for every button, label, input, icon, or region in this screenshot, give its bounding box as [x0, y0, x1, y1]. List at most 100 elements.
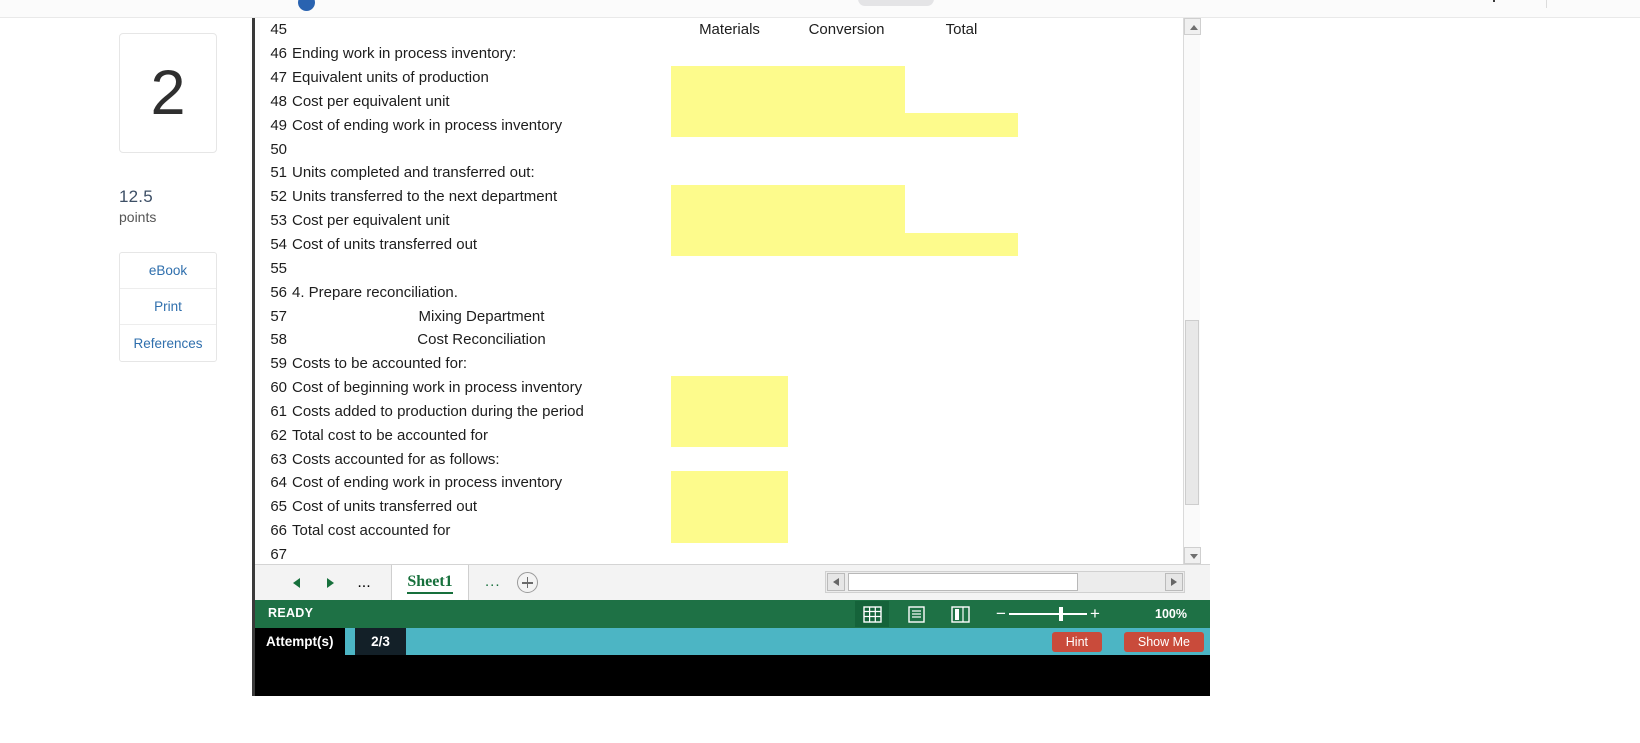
- row-number[interactable]: 53: [255, 208, 287, 233]
- row-number[interactable]: 65: [255, 494, 287, 519]
- input-cell[interactable]: [1018, 471, 1073, 495]
- scroll-up-button[interactable]: [1184, 18, 1201, 35]
- row-number[interactable]: 46: [255, 41, 287, 66]
- column-header-cell[interactable]: Conversion: [788, 18, 905, 42]
- input-cell[interactable]: [1073, 90, 1195, 114]
- cell-label[interactable]: Costs accounted for as follows:: [287, 447, 671, 471]
- input-cell[interactable]: [788, 471, 905, 495]
- cell-label[interactable]: Mixing Department: [287, 304, 671, 328]
- row-number[interactable]: 57: [255, 304, 287, 328]
- input-cell[interactable]: [671, 471, 788, 495]
- column-header-cell[interactable]: [1018, 18, 1073, 42]
- input-cell[interactable]: [1018, 66, 1073, 90]
- input-cell[interactable]: [905, 280, 1018, 304]
- ebook-link[interactable]: eBook: [120, 253, 216, 289]
- page-break-view-icon[interactable]: [943, 601, 977, 627]
- gray-pill-control[interactable]: [858, 0, 934, 6]
- input-cell[interactable]: [788, 519, 905, 543]
- input-cell[interactable]: [671, 328, 788, 352]
- input-cell[interactable]: [1018, 209, 1073, 233]
- sheet-tab-sheet1[interactable]: Sheet1: [391, 565, 469, 601]
- row-number[interactable]: 61: [255, 399, 287, 424]
- vertical-scrollbar[interactable]: [1183, 18, 1201, 564]
- cell-label[interactable]: Costs to be accounted for:: [287, 352, 671, 376]
- table-row[interactable]: 60 Cost of beginning work in process inve…: [255, 375, 1195, 400]
- row-number[interactable]: 60: [255, 375, 287, 400]
- input-cell[interactable]: [905, 90, 1018, 114]
- row-number[interactable]: 58: [255, 327, 287, 352]
- input-cell[interactable]: [1018, 280, 1073, 304]
- input-cell[interactable]: [905, 113, 1018, 138]
- row-number[interactable]: 66: [255, 518, 287, 543]
- input-cell[interactable]: [1018, 376, 1073, 400]
- input-cell[interactable]: [905, 376, 1018, 400]
- input-cell[interactable]: [905, 400, 1018, 424]
- row-number[interactable]: 48: [255, 89, 287, 114]
- row-number[interactable]: 59: [255, 351, 287, 376]
- cell-label[interactable]: Ending work in process inventory:: [287, 42, 671, 66]
- table-row[interactable]: 65 Cost of units transferred out: [255, 494, 1195, 519]
- input-cell[interactable]: [788, 376, 905, 400]
- next-sheet-arrow-icon[interactable]: [313, 571, 347, 595]
- input-cell[interactable]: [1018, 256, 1073, 280]
- input-cell[interactable]: [1073, 256, 1195, 280]
- row-number[interactable]: 51: [255, 161, 287, 185]
- cell-label[interactable]: Costs added to production during the per…: [287, 400, 671, 424]
- table-row[interactable]: 64 Cost of ending work in process invento…: [255, 471, 1195, 495]
- input-cell[interactable]: [905, 519, 1018, 543]
- input-cell[interactable]: [788, 113, 905, 138]
- input-cell[interactable]: [1073, 209, 1195, 233]
- table-row[interactable]: 50: [255, 137, 1195, 162]
- input-cell[interactable]: [905, 209, 1018, 233]
- cell-label[interactable]: [287, 256, 671, 280]
- row-number[interactable]: 62: [255, 423, 287, 448]
- input-cell[interactable]: [1018, 543, 1073, 564]
- input-cell[interactable]: [671, 65, 788, 90]
- input-cell[interactable]: [905, 161, 1018, 185]
- cell-label[interactable]: Cost of units transferred out: [287, 233, 671, 257]
- input-cell[interactable]: [671, 352, 788, 376]
- input-cell[interactable]: [788, 42, 905, 66]
- input-cell[interactable]: [1073, 400, 1195, 424]
- input-cell[interactable]: [788, 400, 905, 424]
- input-cell[interactable]: [1018, 352, 1073, 376]
- input-cell[interactable]: [788, 89, 905, 114]
- input-cell[interactable]: [671, 137, 788, 161]
- vertical-scroll-thumb[interactable]: [1185, 320, 1199, 505]
- input-cell[interactable]: [905, 304, 1018, 328]
- input-cell[interactable]: [671, 399, 788, 424]
- cell-label[interactable]: Units transferred to the next department: [287, 185, 671, 209]
- zoom-out-icon[interactable]: −: [993, 604, 1009, 624]
- input-cell[interactable]: [788, 423, 905, 447]
- input-cell[interactable]: [788, 65, 905, 90]
- table-row[interactable]: 59 Costs to be accounted for:: [255, 351, 1195, 376]
- row-number[interactable]: 64: [255, 471, 287, 495]
- table-row[interactable]: 53 Cost per equivalent unit: [255, 208, 1195, 233]
- cell-label[interactable]: Cost of ending work in process inventory: [287, 113, 671, 137]
- cell-label[interactable]: Cost of beginning work in process invent…: [287, 376, 671, 400]
- input-cell[interactable]: [1018, 113, 1073, 137]
- input-cell[interactable]: [671, 208, 788, 233]
- input-cell[interactable]: [1073, 519, 1195, 543]
- row-number[interactable]: 50: [255, 137, 287, 162]
- input-cell[interactable]: [1018, 447, 1073, 471]
- input-cell[interactable]: [788, 280, 905, 304]
- table-row[interactable]: 45 Materials Conversion Total: [255, 18, 1195, 42]
- table-row[interactable]: 57 Mixing Department: [255, 304, 1195, 328]
- spreadsheet-grid[interactable]: 45 Materials Conversion Total 46 Ending work …: [255, 18, 1210, 564]
- row-number[interactable]: 52: [255, 184, 287, 209]
- cell-label[interactable]: [287, 18, 671, 42]
- input-cell[interactable]: [905, 232, 1018, 257]
- hscroll-left-button[interactable]: [827, 573, 845, 591]
- input-cell[interactable]: [671, 423, 788, 448]
- table-row[interactable]: 67: [255, 542, 1195, 564]
- row-number[interactable]: 54: [255, 232, 287, 257]
- input-cell[interactable]: [905, 185, 1018, 209]
- input-cell[interactable]: [1073, 376, 1195, 400]
- input-cell[interactable]: [1073, 66, 1195, 90]
- input-cell[interactable]: [1018, 495, 1073, 519]
- input-cell[interactable]: [788, 208, 905, 233]
- add-sheet-icon[interactable]: [517, 572, 538, 593]
- input-cell[interactable]: [788, 256, 905, 280]
- input-cell[interactable]: [1073, 471, 1195, 495]
